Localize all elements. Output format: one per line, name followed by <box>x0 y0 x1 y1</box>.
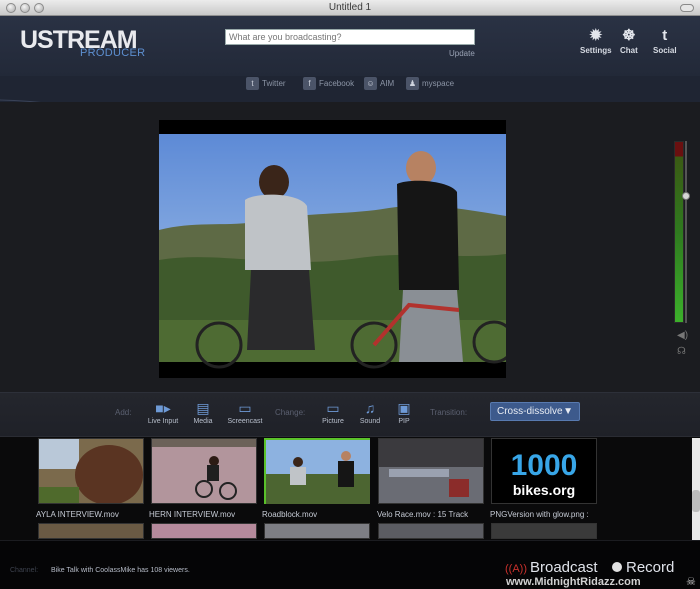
pip-label: PIP <box>398 418 410 425</box>
share-aim[interactable]: ☺ AIM <box>364 77 394 90</box>
video-preview[interactable] <box>159 120 516 378</box>
velo-race-thumb-image <box>379 439 483 503</box>
library-label-ayla: AYLA INTERVIEW.mov <box>36 510 119 519</box>
broadcast-tower-icon: ((A)) <box>505 563 527 575</box>
change-label: Change: <box>275 408 306 417</box>
share-facebook-label: Facebook <box>319 79 355 88</box>
logo-bikes-text: bikes.org <box>513 482 575 498</box>
share-twitter[interactable]: t Twitter <box>246 77 286 90</box>
library-label-png-logo: PNGVersion with glow.png : <box>490 510 589 519</box>
ayla-thumb-image <box>39 439 143 505</box>
library-label-velo-race: Velo Race.mov : 15 Track <box>377 510 469 519</box>
add-label: Add: <box>115 408 132 417</box>
transition-select[interactable]: Cross-dissolve ▼ <box>490 402 580 421</box>
share-myspace-label: myspace <box>422 79 455 88</box>
transition-label: Transition: <box>430 408 468 417</box>
screencast-label: Screencast <box>227 418 263 425</box>
film-icon: ▤ <box>196 400 210 416</box>
producer-logo-sub: PRODUCER <box>80 47 146 59</box>
logo-1000-text: 1000 <box>511 449 578 482</box>
add-screencast-button[interactable]: ▭ Screencast <box>225 400 265 425</box>
camera-icon: ■▸ <box>155 400 171 416</box>
live-input-label: Live Input <box>147 418 179 425</box>
library-thumb-row2-5[interactable] <box>491 523 597 539</box>
pip-icon: ▣ <box>397 400 411 416</box>
library-scrollbar-thumb[interactable] <box>692 490 700 512</box>
share-twitter-label: Twitter <box>262 79 286 88</box>
library-thumb-row2-3[interactable] <box>264 523 370 539</box>
twitter-icon: t <box>662 27 668 44</box>
record-dot-icon <box>612 562 622 572</box>
volume-slider-handle[interactable] <box>682 192 690 200</box>
media-label: Media <box>193 418 213 425</box>
library-thumb-row2-2[interactable] <box>151 523 257 539</box>
broadcast-label: Broadcast <box>530 559 598 576</box>
change-sound-button[interactable]: ♫ Sound <box>357 400 383 425</box>
add-media-button[interactable]: ▤ Media <box>190 400 216 425</box>
volume-slider-track[interactable] <box>685 141 687 323</box>
library-thumb-velo-race[interactable] <box>378 438 484 504</box>
add-live-input-button[interactable]: ■▸ Live Input <box>145 400 181 425</box>
channel-status-text: Bike Talk with CoolassMike has 108 viewe… <box>51 567 190 574</box>
monitor-icon: ▭ <box>238 400 252 416</box>
library-scrollbar[interactable] <box>692 438 700 540</box>
watermark-text: www.MidnightRidazz.com <box>506 576 641 588</box>
change-pip-button[interactable]: ▣ PIP <box>392 400 416 425</box>
aim-icon: ☺ <box>364 77 377 90</box>
png-logo-thumb-image: 1000 bikes.org <box>492 439 596 503</box>
chevron-down-icon: ▼ <box>563 406 573 417</box>
myspace-icon: ♟ <box>406 77 419 90</box>
share-facebook[interactable]: f Facebook <box>303 77 354 90</box>
picture-icon: ▭ <box>326 400 340 416</box>
chat-button[interactable]: ☸ Chat <box>620 28 638 55</box>
skull-icon: ☠ <box>686 576 696 588</box>
sound-label: Sound <box>359 418 381 425</box>
audio-level-meter <box>674 141 684 323</box>
music-note-icon: ♫ <box>364 400 376 416</box>
share-aim-label: AIM <box>380 79 395 88</box>
headphones-icon[interactable]: ☊ <box>677 346 686 357</box>
toolbar-toggle-button[interactable] <box>680 4 694 12</box>
share-myspace[interactable]: ♟ myspace <box>406 77 454 90</box>
library-thumb-roadblock[interactable] <box>264 438 370 504</box>
roadblock-thumb-image <box>266 440 370 504</box>
transition-value: Cross-dissolve <box>497 406 563 417</box>
speaker-icon[interactable]: ◀) <box>677 330 688 341</box>
video-frame <box>159 120 516 378</box>
settings-label: Settings <box>580 46 612 55</box>
library-thumb-row2-1[interactable] <box>38 523 144 539</box>
window-title: Untitled 1 <box>328 2 372 13</box>
picture-label: Picture <box>322 418 344 425</box>
gear-icon: ✹ <box>589 27 603 44</box>
settings-button[interactable]: ✹ Settings <box>580 28 612 55</box>
record-label: Record <box>626 559 675 576</box>
broadcast-button[interactable]: ((A)) Broadcast <box>505 559 598 576</box>
library-thumb-png-logo[interactable]: 1000 bikes.org <box>491 438 597 504</box>
source-toolbar <box>0 392 700 436</box>
hern-thumb-image <box>152 439 256 503</box>
library-label-hern: HERN INTERVIEW.mov <box>149 510 236 519</box>
update-link[interactable]: Update <box>449 49 475 58</box>
library-thumb-row2-4[interactable] <box>378 523 484 539</box>
change-picture-button[interactable]: ▭ Picture <box>320 400 346 425</box>
channel-label: Channel: <box>10 567 39 574</box>
twitter-icon: t <box>246 77 259 90</box>
title-bar: Untitled 1 <box>0 0 700 16</box>
social-label: Social <box>653 46 677 55</box>
chat-icon: ☸ <box>622 27 636 44</box>
library-thumb-hern[interactable] <box>151 438 257 504</box>
chat-label: Chat <box>620 46 638 55</box>
social-button[interactable]: t Social <box>653 28 677 55</box>
app-window: Untitled 1 USTREAM PRODUCER What are you… <box>0 0 700 589</box>
facebook-icon: f <box>303 77 316 90</box>
library-thumb-ayla[interactable] <box>38 438 144 505</box>
record-button[interactable]: Record <box>612 559 674 576</box>
library-label-roadblock: Roadblock.mov <box>262 510 318 519</box>
broadcast-title-input[interactable]: What are you broadcasting? <box>225 29 475 45</box>
